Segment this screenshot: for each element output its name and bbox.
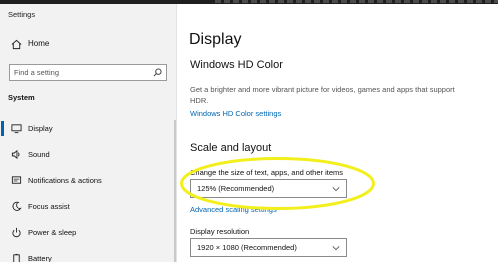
home-icon <box>11 39 22 50</box>
sidebar-item-label: Sound <box>28 150 50 159</box>
sidebar-item-power-sleep[interactable]: Power & sleep <box>0 222 177 244</box>
section-label-system: System <box>8 93 35 102</box>
scale-dropdown[interactable]: 125% (Recommended) <box>190 179 347 198</box>
title-bar-overlap <box>215 0 498 3</box>
sidebar-item-label: Focus assist <box>28 202 70 211</box>
chevron-down-icon <box>332 246 340 251</box>
sidebar-item-label: Home <box>28 39 50 48</box>
scale-dropdown-value: 125% (Recommended) <box>197 184 275 193</box>
scale-heading: Scale and layout <box>190 142 272 154</box>
sidebar-item-notifications[interactable]: Notifications & actions <box>0 170 177 192</box>
sidebar-item-label: Display <box>28 124 53 133</box>
sidebar-item-focus-assist[interactable]: Focus assist <box>0 196 177 218</box>
resolution-label: Display resolution <box>190 227 250 236</box>
main-content: Display Windows HD Color Get a brighter … <box>177 4 498 262</box>
sidebar: Settings Home System Display Sound <box>0 4 177 262</box>
speaker-icon <box>11 149 20 160</box>
hdr-description: Get a brighter and more vibrant picture … <box>190 85 455 105</box>
notification-icon <box>11 176 22 184</box>
search-icon[interactable] <box>153 68 162 77</box>
hdr-heading: Windows HD Color <box>190 59 283 71</box>
hdr-settings-link[interactable]: Windows HD Color settings <box>190 109 281 118</box>
resolution-dropdown-value: 1920 × 1080 (Recommended) <box>197 243 297 252</box>
resolution-dropdown[interactable]: 1920 × 1080 (Recommended) <box>190 238 347 257</box>
monitor-icon <box>11 124 22 134</box>
sidebar-item-label: Notifications & actions <box>28 176 102 185</box>
power-icon <box>12 227 21 238</box>
sidebar-item-label: Battery <box>28 254 52 262</box>
moon-icon <box>12 201 22 211</box>
sidebar-item-display[interactable]: Display <box>0 118 177 140</box>
search-box[interactable] <box>9 64 167 81</box>
chevron-down-icon <box>332 187 340 192</box>
sidebar-item-label: Power & sleep <box>28 228 77 237</box>
sidebar-item-home[interactable]: Home <box>0 36 177 54</box>
advanced-scaling-link[interactable]: Advanced scaling settings <box>190 205 277 214</box>
scale-size-label: Change the size of text, apps, and other… <box>190 168 344 177</box>
sidebar-scrollbar[interactable] <box>174 120 176 262</box>
sidebar-item-sound[interactable]: Sound <box>0 144 177 166</box>
window-title: Settings <box>8 10 36 19</box>
battery-icon <box>13 253 20 262</box>
page-title: Display <box>189 31 242 48</box>
search-input[interactable] <box>10 65 150 80</box>
sidebar-item-battery[interactable]: Battery <box>0 248 177 262</box>
